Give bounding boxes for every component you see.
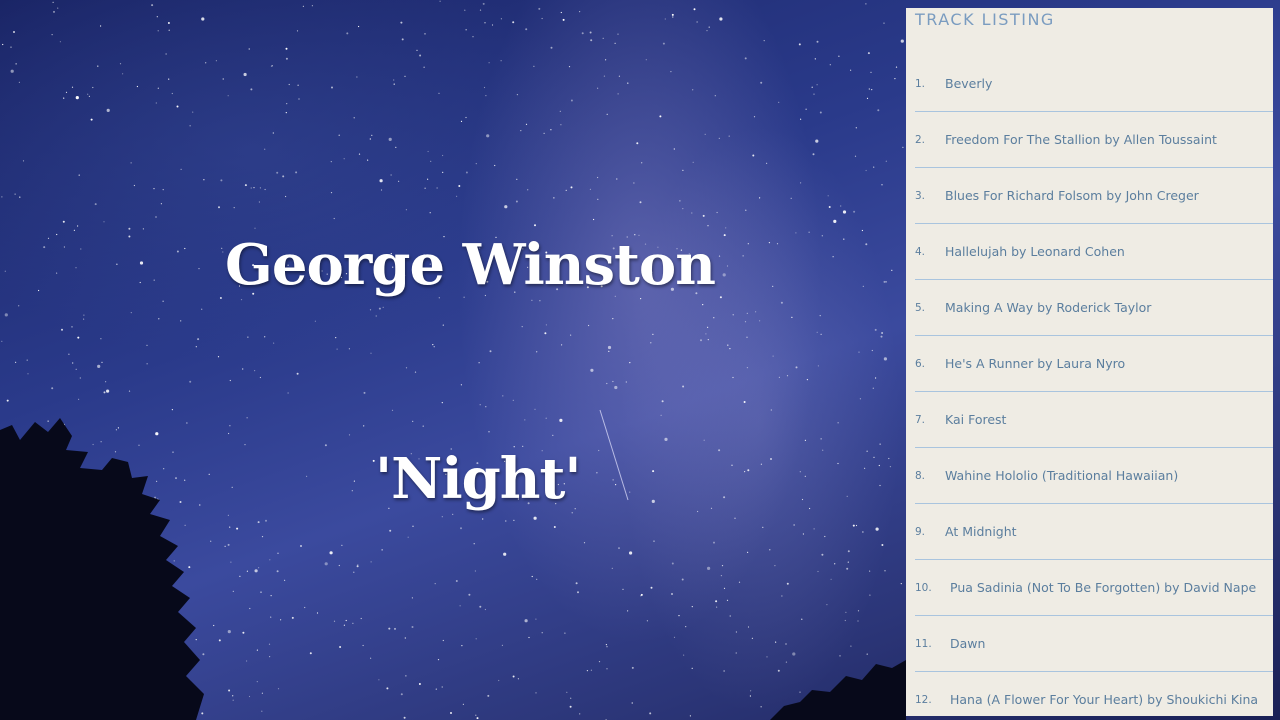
track-number: 2. [915, 134, 926, 146]
track-title: Making A Way by Roderick Taylor [945, 300, 1152, 315]
album-title: 'Night' [375, 446, 581, 512]
track-number: 1. [915, 78, 926, 90]
track-item: 2. Freedom For The Stallion by Allen Tou… [915, 112, 1273, 168]
track-title: Wahine Hololio (Traditional Hawaiian) [945, 468, 1179, 483]
track-number: 11. [915, 638, 932, 650]
track-list: 1. Beverly 2. Freedom For The Stallion b… [915, 56, 1273, 716]
track-item: 10. Pua Sadinia (Not To Be Forgotten) by… [915, 560, 1273, 616]
track-number: 3. [915, 190, 926, 202]
track-item: 7. Kai Forest [915, 392, 1273, 448]
track-number: 7. [915, 414, 926, 426]
artist-name: George Winston [225, 232, 716, 298]
track-item: 11. Dawn [915, 616, 1273, 672]
track-listing-heading: TRACK LISTING [915, 10, 1055, 29]
track-item: 8. Wahine Hololio (Traditional Hawaiian) [915, 448, 1273, 504]
track-item: 12. Hana (A Flower For Your Heart) by Sh… [915, 672, 1273, 716]
track-number: 8. [915, 470, 926, 482]
track-item: 9. At Midnight [915, 504, 1273, 560]
track-number: 12. [915, 694, 932, 706]
tree-left [0, 418, 204, 720]
track-title: At Midnight [945, 524, 1017, 539]
track-number: 4. [915, 246, 926, 258]
track-item: 1. Beverly [915, 56, 1273, 112]
track-number: 6. [915, 358, 926, 370]
track-title: Freedom For The Stallion by Allen Toussa… [945, 132, 1217, 147]
track-title: Hana (A Flower For Your Heart) by Shouki… [950, 692, 1259, 707]
track-number: 5. [915, 302, 926, 314]
track-listing-panel: TRACK LISTING 1. Beverly 2. Freedom For … [906, 8, 1273, 716]
track-title: He's A Runner by Laura Nyro [945, 356, 1126, 371]
album-cover: George Winston 'Night' TRACK LISTING 1. … [0, 0, 1280, 720]
track-title: Kai Forest [945, 412, 1007, 427]
track-item: 5. Making A Way by Roderick Taylor [915, 280, 1273, 336]
track-item: 3. Blues For Richard Folsom by John Creg… [915, 168, 1273, 224]
track-title: Dawn [950, 636, 986, 651]
track-title: Hallelujah by Leonard Cohen [945, 244, 1125, 259]
track-number: 9. [915, 526, 926, 538]
track-title: Blues For Richard Folsom by John Creger [945, 188, 1199, 203]
track-title: Pua Sadinia (Not To Be Forgotten) by Dav… [950, 580, 1257, 595]
track-item: 4. Hallelujah by Leonard Cohen [915, 224, 1273, 280]
track-number: 10. [915, 582, 932, 594]
track-title: Beverly [945, 76, 993, 91]
tree-right [770, 660, 906, 720]
track-item: 6. He's A Runner by Laura Nyro [915, 336, 1273, 392]
